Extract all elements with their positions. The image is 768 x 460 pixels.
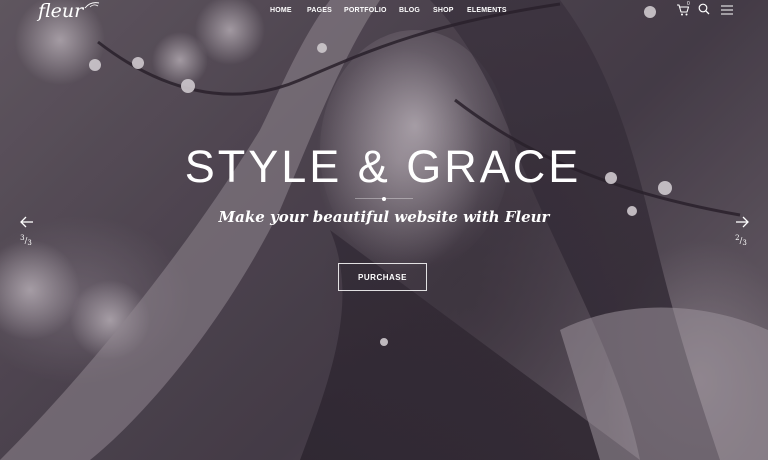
main-nav: HOME PAGES PORTFOLIO BLOG SHOP ELEMENTS (270, 7, 517, 14)
nav-item-blog[interactable]: BLOG (399, 7, 433, 14)
prev-slide-counter: 3/3 (20, 234, 32, 247)
nav-item-elements[interactable]: ELEMENTS (467, 7, 517, 14)
hero-subtitle: Make your beautiful website with Fleur (218, 208, 550, 226)
nav-item-shop[interactable]: SHOP (433, 7, 467, 14)
hero-headline: STYLE & GRACE (184, 141, 582, 192)
search-icon[interactable] (698, 3, 710, 15)
cart-count-badge: 0 (687, 1, 690, 7)
logo[interactable]: fleur (38, 0, 83, 22)
site-header: fleur HOME PAGES PORTFOLIO BLOG SHOP ELE… (0, 0, 768, 24)
purchase-button[interactable]: PURCHASE (338, 263, 427, 291)
next-slide-counter: 2/3 (735, 234, 747, 247)
dark-overlay (0, 0, 768, 460)
nav-item-portfolio[interactable]: PORTFOLIO (344, 7, 399, 14)
next-slide-number: 2 (735, 234, 740, 242)
prev-slide-arrow-icon[interactable] (20, 216, 34, 228)
next-slide-arrow-icon[interactable] (735, 216, 749, 228)
prev-slide-total: 3 (27, 239, 32, 247)
hero-slider: fleur HOME PAGES PORTFOLIO BLOG SHOP ELE… (0, 0, 768, 460)
menu-icon[interactable] (721, 5, 733, 15)
divider-dot (382, 197, 386, 201)
next-slide-total: 3 (742, 239, 747, 247)
nav-item-home[interactable]: HOME (270, 7, 307, 14)
logo-flourish-icon (84, 2, 100, 9)
nav-item-pages[interactable]: PAGES (307, 7, 344, 14)
prev-slide-number: 3 (20, 234, 25, 242)
